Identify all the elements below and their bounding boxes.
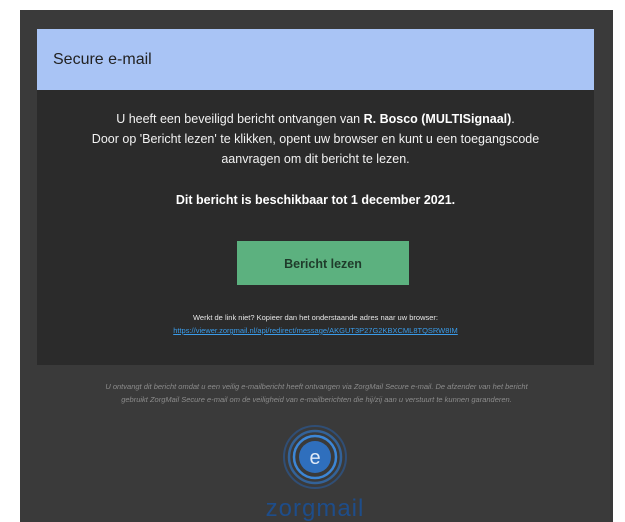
header-title: Secure e-mail xyxy=(53,51,152,68)
zorgmail-logo-text: zorgmail xyxy=(265,495,365,522)
intro-line-3: aanvragen om dit bericht te lezen. xyxy=(221,152,410,166)
intro-suffix: . xyxy=(511,112,515,126)
intro-text: U heeft een beveiligd bericht ontvangen … xyxy=(57,109,574,169)
page: Secure e-mail U heeft een beveiligd beri… xyxy=(0,0,625,522)
email-body: Secure e-mail U heeft een beveiligd beri… xyxy=(20,10,613,522)
intro-line-1: U heeft een beveiligd bericht ontvangen … xyxy=(57,109,574,129)
intro-line-2: Door op 'Bericht lezen' te klikken, open… xyxy=(91,132,540,146)
intro-prefix: U heeft een beveiligd bericht ontvangen … xyxy=(116,112,364,126)
footer-line-1: U ontvangt dit bericht omdat u een veili… xyxy=(105,382,528,391)
availability-notice: Dit bericht is beschikbaar tot 1 decembe… xyxy=(175,193,456,207)
sender-name: R. Bosco (MULTISignaal) xyxy=(363,112,512,126)
footer-note: U ontvangt dit bericht omdat u een veili… xyxy=(50,380,583,406)
card-header: Secure e-mail xyxy=(37,29,594,90)
fallback-link[interactable]: https://viewer.zorgmail.nl/api/redirect/… xyxy=(57,325,574,337)
read-message-button[interactable]: Bericht lezen xyxy=(237,241,409,285)
zorgmail-logo-icon: e xyxy=(283,425,347,489)
svg-text:e: e xyxy=(309,447,320,469)
message-card: Secure e-mail U heeft een beveiligd beri… xyxy=(37,29,594,365)
link-fallback-hint: Werkt de link niet? Kopieer dan het onde… xyxy=(192,313,438,322)
footer-line-2: gebruikt ZorgMail Secure e-mail om de ve… xyxy=(121,395,512,404)
